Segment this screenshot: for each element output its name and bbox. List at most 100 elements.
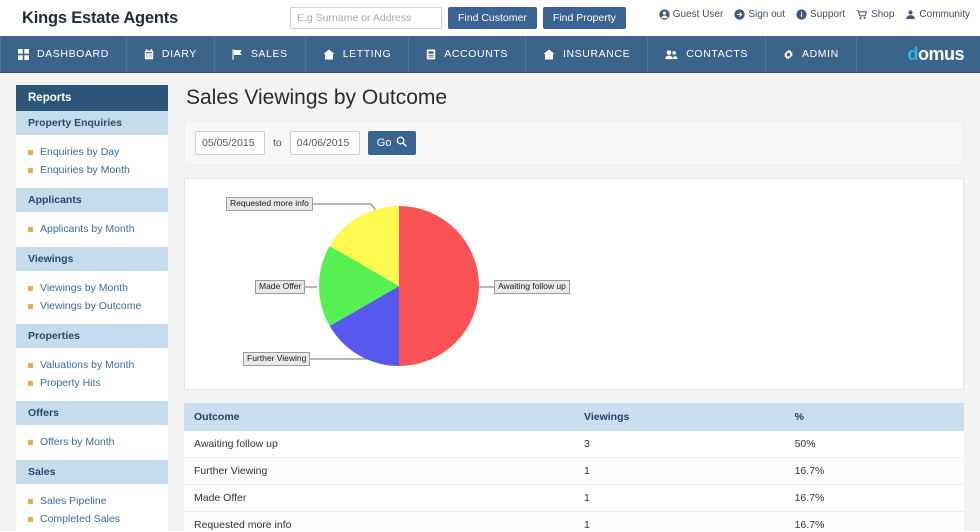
date-range-to-label: to xyxy=(273,137,282,149)
user-menu-label: Community xyxy=(919,9,970,20)
date-to-input[interactable] xyxy=(290,131,360,155)
cell-outcome: Requested more info xyxy=(184,512,574,532)
main-navigation: DASHBOARD DIARY SALES LETTING ACCOUNTS I… xyxy=(0,36,980,73)
column-header-percent: % xyxy=(785,403,964,431)
sidebar-item-sales-pipeline[interactable]: Sales Pipeline xyxy=(16,492,168,510)
nav-item-contacts[interactable]: CONTACTS xyxy=(648,36,766,72)
nav-item-dashboard[interactable]: DASHBOARD xyxy=(0,36,127,72)
top-bar: Kings Estate Agents Find Customer Find P… xyxy=(0,0,980,36)
sidebar-item-label: Enquiries by Month xyxy=(40,164,130,176)
nav-item-label: INSURANCE xyxy=(563,48,630,60)
date-filter-bar: to Go xyxy=(184,121,964,165)
page-body: Reports Property Enquiries Enquiries by … xyxy=(0,73,980,531)
nav-item-diary[interactable]: DIARY xyxy=(127,36,215,72)
main-content: Sales Viewings by Outcome to Go xyxy=(168,73,980,531)
flag-icon xyxy=(232,49,243,60)
domus-logo-rest: omus xyxy=(918,44,964,65)
page-title: Sales Viewings by Outcome xyxy=(186,86,964,110)
pie-label-text: Further Viewing xyxy=(247,353,306,363)
sidebar-item-enquiries-by-day[interactable]: Enquiries by Day xyxy=(16,143,168,161)
sidebar-item-viewings-by-month[interactable]: Viewings by Month xyxy=(16,279,168,297)
pie-label-made-offer: Made Offer xyxy=(255,280,305,294)
sidebar-item-label: Viewings by Outcome xyxy=(40,300,141,312)
search-icon xyxy=(396,136,407,150)
user-menu-item-support[interactable]: Support xyxy=(796,9,845,20)
pie-label-text: Awaiting follow up xyxy=(498,281,566,291)
grid-icon xyxy=(18,49,29,60)
go-button[interactable]: Go xyxy=(368,131,417,155)
sidebar-item-viewings-by-outcome[interactable]: Viewings by Outcome xyxy=(16,297,168,315)
bullet-icon xyxy=(28,363,33,368)
bullet-icon xyxy=(28,517,33,522)
domus-logo: domus xyxy=(907,36,964,73)
sidebar-item-property-hits[interactable]: Property Hits xyxy=(16,374,168,392)
user-menu-item-sign-out[interactable]: Sign out xyxy=(734,9,785,20)
sidebar-group-property-enquiries: Enquiries by Day Enquiries by Month xyxy=(16,135,168,188)
pie-label-requested-more-info: Requested more info xyxy=(226,197,313,211)
nav-item-label: SALES xyxy=(251,48,288,60)
sidebar-item-offers-by-month[interactable]: Offers by Month xyxy=(16,433,168,451)
home-icon xyxy=(323,49,335,60)
cell-outcome: Awaiting follow up xyxy=(184,431,574,458)
search-input[interactable] xyxy=(290,7,442,29)
gear-icon xyxy=(783,49,794,60)
sidebar-item-sales-by-month[interactable]: Sales by Month xyxy=(16,528,168,532)
table-row: Requested more info 1 16.7% xyxy=(184,512,964,532)
find-property-button[interactable]: Find Property xyxy=(543,7,626,29)
cell-viewings: 1 xyxy=(574,458,785,485)
sidebar-item-label: Completed Sales xyxy=(40,513,120,525)
sidebar-item-label: Offers by Month xyxy=(40,436,115,448)
home-icon xyxy=(543,49,555,60)
user-menu-label: Shop xyxy=(871,9,894,20)
sidebar-group-applicants: Applicants by Month xyxy=(16,212,168,247)
bullet-icon xyxy=(28,381,33,386)
sidebar-item-completed-sales[interactable]: Completed Sales xyxy=(16,510,168,528)
sidebar-group-properties: Valuations by Month Property Hits xyxy=(16,348,168,401)
cell-percent: 16.7% xyxy=(785,458,964,485)
sidebar-item-applicants-by-month[interactable]: Applicants by Month xyxy=(16,220,168,238)
pie-chart-panel: Requested more info Made Offer Further V… xyxy=(184,178,964,390)
sidebar-section-viewings: Viewings xyxy=(16,247,168,271)
cell-viewings: 1 xyxy=(574,512,785,532)
nav-item-admin[interactable]: ADMIN xyxy=(766,36,857,72)
calendar-icon xyxy=(144,49,154,60)
nav-item-accounts[interactable]: ACCOUNTS xyxy=(409,36,526,72)
cart-icon xyxy=(856,9,868,20)
table-header: Outcome Viewings % xyxy=(184,403,964,431)
user-menu-label: Sign out xyxy=(748,9,785,20)
sidebar-item-enquiries-by-month[interactable]: Enquiries by Month xyxy=(16,161,168,179)
find-customer-button[interactable]: Find Customer xyxy=(448,7,537,29)
cell-outcome: Made Offer xyxy=(184,485,574,512)
sidebar-item-valuations-by-month[interactable]: Valuations by Month xyxy=(16,356,168,374)
table-row: Awaiting follow up 3 50% xyxy=(184,431,964,458)
user-menu-item-guest-user[interactable]: Guest User xyxy=(659,9,724,20)
sidebar-section-sales: Sales xyxy=(16,460,168,484)
cell-outcome: Further Viewing xyxy=(184,458,574,485)
sidebar-group-sales: Sales Pipeline Completed Sales Sales by … xyxy=(16,484,168,532)
info-circle-icon xyxy=(796,9,807,20)
nav-item-letting[interactable]: LETTING xyxy=(306,36,410,72)
sidebar-item-label: Applicants by Month xyxy=(40,223,135,235)
table-row: Further Viewing 1 16.7% xyxy=(184,458,964,485)
cell-viewings: 1 xyxy=(574,485,785,512)
sidebar-title: Reports xyxy=(16,85,168,111)
sidebar-item-label: Valuations by Month xyxy=(40,359,134,371)
sidebar-group-viewings: Viewings by Month Viewings by Outcome xyxy=(16,271,168,324)
sidebar-item-label: Sales Pipeline xyxy=(40,495,107,507)
bullet-icon xyxy=(28,304,33,309)
sidebar-item-label: Enquiries by Day xyxy=(40,146,119,158)
date-from-input[interactable] xyxy=(195,131,265,155)
nav-item-label: DIARY xyxy=(162,48,197,60)
table-header-row: Outcome Viewings % xyxy=(184,403,964,431)
sign-out-icon xyxy=(734,9,745,20)
go-button-label: Go xyxy=(377,137,392,149)
sidebar-item-label: Property Hits xyxy=(40,377,101,389)
nav-item-insurance[interactable]: INSURANCE xyxy=(526,36,648,72)
brand-title: Kings Estate Agents xyxy=(22,9,178,28)
book-icon xyxy=(426,49,436,60)
user-menu-item-community[interactable]: Community xyxy=(905,9,970,20)
user-menu-label: Support xyxy=(810,9,845,20)
user-menu-item-shop[interactable]: Shop xyxy=(856,9,894,20)
nav-item-sales[interactable]: SALES xyxy=(215,36,306,72)
table-body: Awaiting follow up 3 50% Further Viewing… xyxy=(184,431,964,531)
